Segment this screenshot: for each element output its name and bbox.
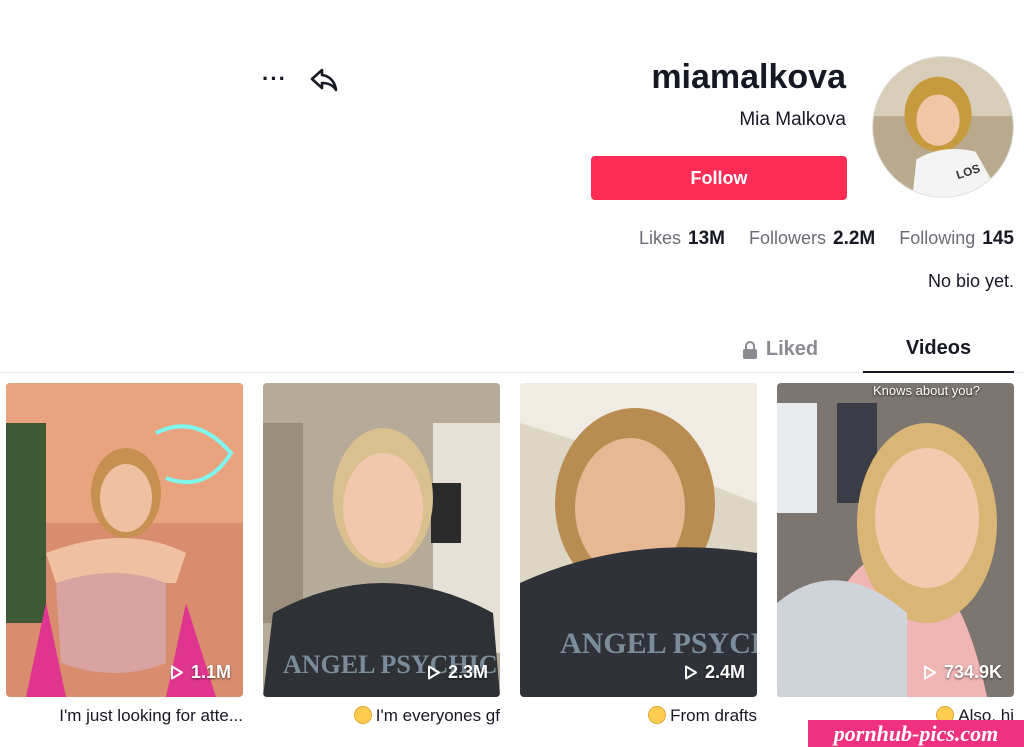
video-caption[interactable]: I'm just looking for atte...	[6, 706, 243, 726]
stat-following[interactable]: 145 Following	[899, 228, 1014, 250]
share-icon[interactable]	[309, 64, 339, 94]
watermark: pornhub-pics.com	[808, 720, 1024, 747]
view-count-value: 734.9K	[943, 662, 1002, 682]
svg-text:ANGEL PSYCHIC: ANGEL PSYCHIC	[560, 627, 757, 660]
more-options-icon[interactable]: ···	[262, 68, 287, 90]
video-thumbnail	[6, 383, 243, 697]
following-label: Following	[899, 228, 976, 248]
tab-liked[interactable]: Liked	[720, 326, 840, 373]
view-count-value: 2.3M	[447, 662, 488, 682]
video-caption-text: I'm just looking for atte...	[59, 706, 243, 725]
video-overlay-text: Knows about you?	[873, 383, 980, 398]
video-card[interactable]: ANGEL PSYCHIC 2.3M	[263, 383, 500, 697]
video-thumbnail: ANGEL PSYCHIC	[263, 383, 500, 697]
likes-count: 13M	[688, 228, 725, 249]
emoji-icon	[648, 706, 667, 724]
play-icon	[684, 665, 697, 680]
view-count: 2.4M	[684, 662, 745, 683]
view-count: 1.1M	[170, 662, 231, 683]
avatar: LOS	[872, 56, 1014, 198]
view-count: 734.9K	[923, 662, 1002, 683]
view-count: 2.3M	[427, 662, 488, 683]
follow-button[interactable]: Follow	[591, 156, 847, 200]
username: miamalkova	[651, 58, 846, 96]
view-count-value: 2.4M	[704, 662, 745, 682]
followers-count: 2.2M	[833, 228, 876, 249]
video-caption[interactable]: I'm everyones gf	[263, 706, 500, 726]
video-caption-text: I'm everyones gf	[375, 706, 500, 725]
followers-label: Followers	[748, 228, 826, 248]
likes-label: Likes	[638, 228, 681, 248]
stat-followers[interactable]: 2.2M Followers	[749, 228, 875, 250]
display-name: Mia Malkova	[739, 109, 846, 130]
profile-actions: ···	[262, 64, 339, 94]
bio: No bio yet.	[927, 271, 1014, 291]
emoji-icon	[353, 706, 372, 724]
tab-liked-label: Liked	[765, 338, 819, 360]
profile-stats: 145 Following 2.2M Followers 13M Likes	[639, 228, 1014, 250]
video-card[interactable]: Knows about you? 734.9K	[777, 383, 1014, 697]
lock-icon	[742, 340, 757, 359]
play-icon	[427, 665, 440, 680]
stat-likes: 13M Likes	[639, 228, 725, 250]
tab-videos[interactable]: Videos	[863, 326, 1014, 373]
video-thumbnail: ANGEL PSYCHIC	[520, 383, 757, 697]
video-grid: Knows about you? 734.9K ANGEL PSYCHIC 2.…	[0, 383, 1024, 747]
view-count-value: 1.1M	[190, 662, 231, 682]
play-icon	[923, 665, 936, 680]
video-caption-text: From drafts	[670, 706, 757, 725]
play-icon	[170, 665, 183, 680]
profile-tabs: Videos Liked	[0, 326, 1024, 373]
video-thumbnail	[777, 383, 1014, 697]
video-card[interactable]: 1.1M	[6, 383, 243, 697]
video-card[interactable]: ANGEL PSYCHIC 2.4M	[520, 383, 757, 697]
following-count: 145	[982, 228, 1014, 249]
video-caption[interactable]: From drafts	[520, 706, 757, 726]
